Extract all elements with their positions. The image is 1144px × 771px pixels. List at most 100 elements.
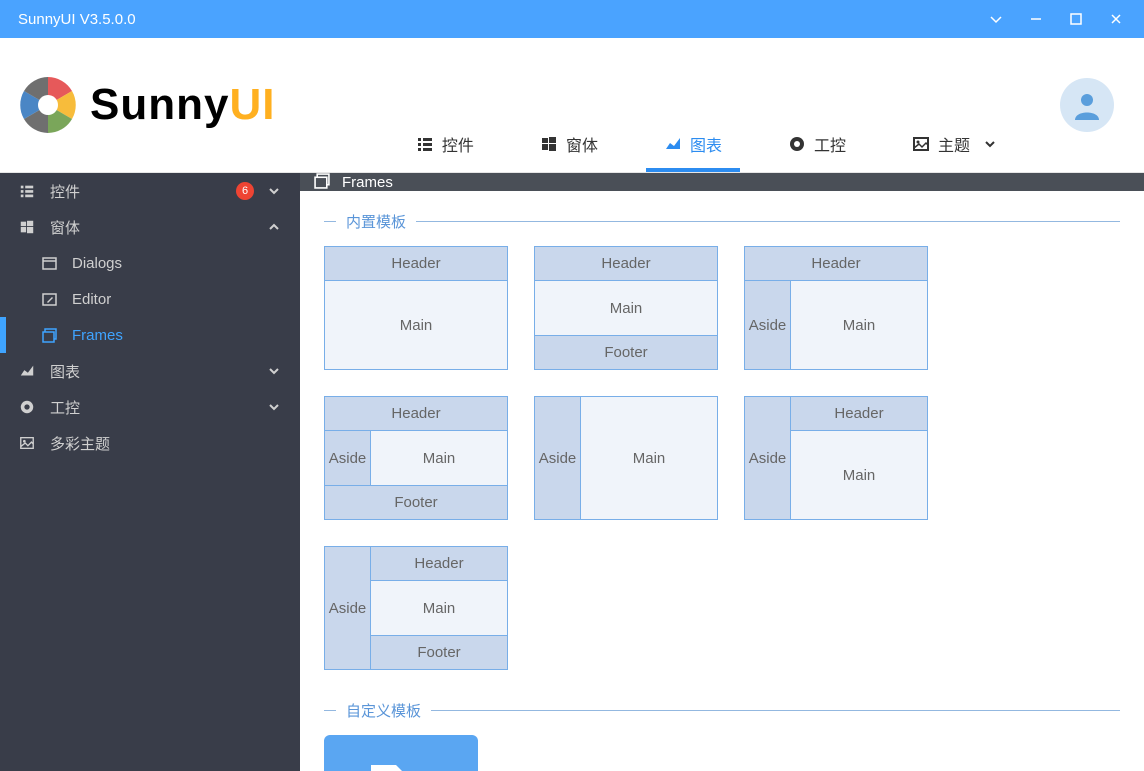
template-header-aside-main-footer[interactable]: Header Aside Main Footer: [324, 396, 508, 520]
tab-label: 图表: [690, 132, 722, 156]
template-header-main[interactable]: Header Main: [324, 246, 508, 370]
section-title-label: 内置模板: [346, 211, 406, 232]
sidebar-item-forms[interactable]: 窗体: [0, 209, 300, 245]
window-icon: [40, 254, 58, 272]
dropdown-button[interactable]: [976, 0, 1016, 38]
sidebar-item-label: 窗体: [50, 217, 254, 238]
title-bar: SunnyUI V3.5.0.0: [0, 0, 1144, 38]
sidebar-item-industrial[interactable]: 工控: [0, 389, 300, 425]
windows-icon: [18, 218, 36, 236]
tpl-main: Main: [791, 281, 927, 369]
tpl-main: Main: [535, 281, 717, 335]
logo-mark-icon: [18, 75, 78, 135]
chevron-down-icon: [268, 185, 282, 197]
tpl-main: Main: [371, 581, 507, 635]
section-title-custom: 自定义模板: [324, 700, 1120, 721]
tab-label: 窗体: [566, 132, 598, 156]
tab-label: 主题: [938, 132, 970, 156]
tab-charts[interactable]: 图表: [646, 120, 740, 172]
tpl-footer: Footer: [325, 485, 507, 519]
tab-controls[interactable]: 控件: [398, 120, 492, 172]
tpl-header: Header: [325, 397, 507, 431]
image-icon: [912, 135, 930, 153]
folder-window-icon: [356, 755, 446, 771]
tpl-header: Header: [791, 397, 927, 431]
body: 控件 6 窗体 Dialogs Editor: [0, 173, 1144, 771]
tpl-aside: Aside: [535, 397, 581, 519]
windows-icon: [540, 135, 558, 153]
template-header-main-footer[interactable]: Header Main Footer: [534, 246, 718, 370]
breadcrumb: Frames: [300, 173, 1144, 191]
logo-text-main: Sunny: [90, 80, 229, 129]
chevron-down-icon: [268, 401, 282, 413]
image-icon: [18, 434, 36, 452]
sidebar-item-editor[interactable]: Editor: [0, 281, 300, 317]
sidebar-item-label: Dialogs: [72, 255, 282, 272]
tpl-header: Header: [371, 547, 507, 581]
template-aside-main[interactable]: Aside Main: [534, 396, 718, 520]
custom-template-tile[interactable]: [324, 735, 478, 771]
header: SunnyUI 控件 窗体 图表 工控: [0, 38, 1144, 173]
list-icon: [416, 135, 434, 153]
maximize-button[interactable]: [1056, 0, 1096, 38]
avatar[interactable]: [1060, 78, 1114, 132]
dash-icon: [324, 710, 336, 711]
line-icon: [431, 710, 1120, 711]
top-tabs: 控件 窗体 图表 工控 主题: [398, 120, 1014, 172]
tpl-main: Main: [791, 431, 927, 519]
tpl-main: Main: [325, 281, 507, 369]
section-custom: 自定义模板: [300, 680, 1144, 771]
chevron-down-icon: [268, 365, 282, 377]
line-icon: [416, 221, 1120, 222]
chart-icon: [18, 362, 36, 380]
sidebar-item-label: Editor: [72, 291, 282, 308]
section-title-label: 自定义模板: [346, 700, 421, 721]
templates-grid: Header Main Header Main Footer Header As…: [324, 246, 1120, 670]
tab-theme[interactable]: 主题: [894, 120, 1014, 172]
sidebar-item-controls[interactable]: 控件 6: [0, 173, 300, 209]
template-header-aside-main[interactable]: Header Aside Main: [744, 246, 928, 370]
chevron-down-icon: [984, 138, 996, 150]
sidebar: 控件 6 窗体 Dialogs Editor: [0, 173, 300, 771]
tpl-main: Main: [581, 397, 717, 519]
template-aside-header-main[interactable]: Aside Header Main: [744, 396, 928, 520]
gauge-icon: [18, 398, 36, 416]
tpl-header: Header: [535, 247, 717, 281]
section-builtin: 内置模板 Header Main Header Main Footer Head…: [300, 191, 1144, 680]
tab-label: 工控: [814, 132, 846, 156]
logo-text: SunnyUI: [90, 80, 275, 130]
frames-icon: [40, 326, 58, 344]
tpl-aside: Aside: [745, 281, 791, 369]
tpl-main: Main: [371, 431, 507, 485]
sidebar-item-dialogs[interactable]: Dialogs: [0, 245, 300, 281]
tpl-aside: Aside: [325, 547, 371, 669]
sidebar-item-label: 多彩主题: [50, 433, 282, 454]
breadcrumb-title: Frames: [342, 174, 393, 191]
gauge-icon: [788, 135, 806, 153]
window-title: SunnyUI V3.5.0.0: [18, 11, 136, 28]
tab-label: 控件: [442, 132, 474, 156]
tab-forms[interactable]: 窗体: [522, 120, 616, 172]
logo-text-accent: UI: [229, 80, 275, 129]
minimize-button[interactable]: [1016, 0, 1056, 38]
close-button[interactable]: [1096, 0, 1136, 38]
template-aside-header-main-footer[interactable]: Aside Header Main Footer: [324, 546, 508, 670]
sidebar-item-label: Frames: [72, 327, 282, 344]
sidebar-item-charts[interactable]: 图表: [0, 353, 300, 389]
logo: SunnyUI: [18, 75, 275, 135]
tpl-aside: Aside: [325, 431, 371, 485]
sidebar-item-theme[interactable]: 多彩主题: [0, 425, 300, 461]
tpl-footer: Footer: [535, 335, 717, 369]
content: Frames 内置模板 Header Main Header Main Foo: [300, 173, 1144, 771]
edit-icon: [40, 290, 58, 308]
sidebar-item-label: 图表: [50, 361, 254, 382]
chart-icon: [664, 135, 682, 153]
dash-icon: [324, 221, 336, 222]
tab-industrial[interactable]: 工控: [770, 120, 864, 172]
chevron-up-icon: [268, 221, 282, 233]
sidebar-item-frames[interactable]: Frames: [0, 317, 300, 353]
frames-icon: [314, 173, 332, 191]
sidebar-item-label: 工控: [50, 397, 254, 418]
tpl-aside: Aside: [745, 397, 791, 519]
section-title-builtin: 内置模板: [324, 211, 1120, 232]
